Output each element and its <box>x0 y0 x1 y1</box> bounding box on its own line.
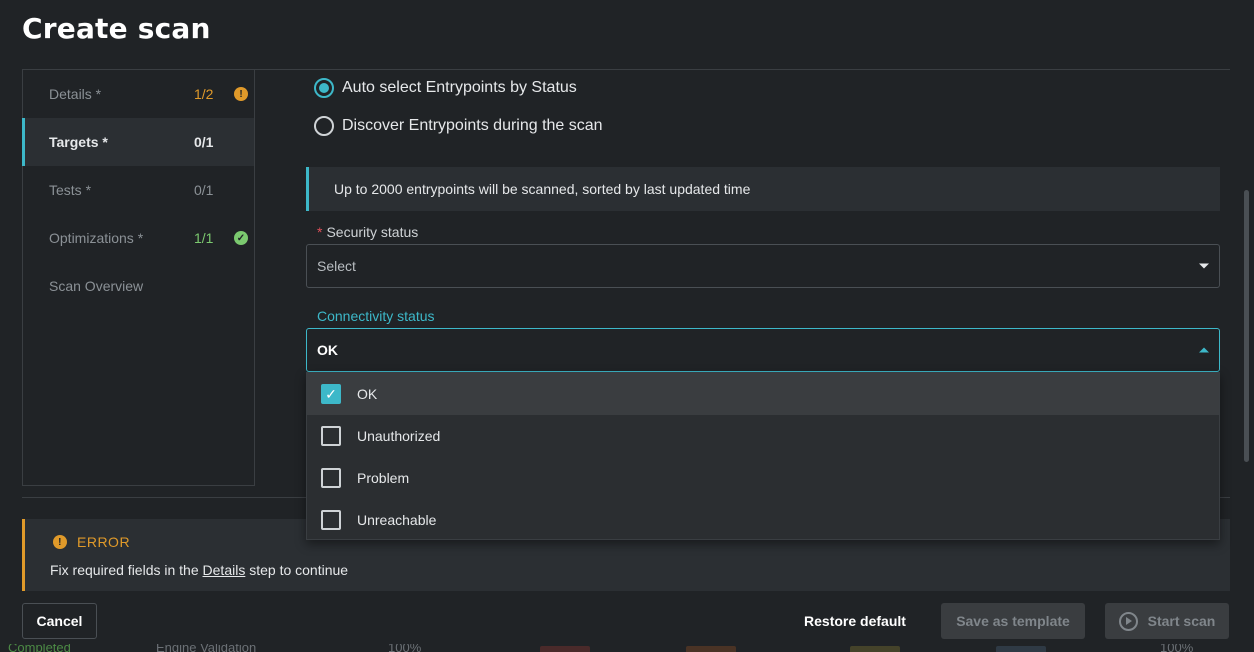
error-message: Fix required fields in the Details step … <box>50 562 348 578</box>
message-text: Fix required fields in the <box>50 562 203 578</box>
restore-default-button[interactable]: Restore default <box>795 603 915 639</box>
checkbox-icon[interactable] <box>321 468 341 488</box>
info-banner: Up to 2000 entrypoints will be scanned, … <box>306 167 1220 211</box>
radio-discover[interactable]: Discover Entrypoints during the scan <box>314 116 603 136</box>
start-scan-button[interactable]: Start scan <box>1105 603 1229 639</box>
step-tests[interactable]: Tests * 0/1 <box>23 166 254 214</box>
option-unreachable[interactable]: Unreachable <box>307 499 1219 541</box>
step-targets[interactable]: Targets * 0/1 <box>22 118 254 166</box>
label-text: Security status <box>326 224 419 240</box>
exclamation-circle-icon: ! <box>53 535 67 549</box>
severity-chip <box>996 646 1046 652</box>
connectivity-status-select[interactable]: OK <box>306 328 1220 372</box>
check-circle-icon: ✓ <box>234 231 248 245</box>
caret-down-icon <box>1199 263 1209 269</box>
checkbox-icon[interactable] <box>321 510 341 530</box>
option-label: Unreachable <box>357 512 437 528</box>
select-value: OK <box>317 342 338 358</box>
step-label: Scan Overview <box>49 278 144 294</box>
option-unauthorized[interactable]: Unauthorized <box>307 415 1219 457</box>
warning-icon: ! <box>234 87 248 101</box>
checkbox-icon[interactable] <box>321 426 341 446</box>
option-label: OK <box>357 386 378 402</box>
checkbox-checked-icon[interactable]: ✓ <box>321 384 341 404</box>
step-scan-overview[interactable]: Scan Overview <box>23 262 254 310</box>
cancel-button[interactable]: Cancel <box>22 603 97 639</box>
details-link[interactable]: Details <box>203 562 246 578</box>
row-name: Engine Validation <box>156 644 257 652</box>
severity-chip <box>540 646 590 652</box>
step-navigator: Details * 1/2 ! Targets * 0/1 Tests * 0/… <box>22 70 255 486</box>
radio-unchecked-icon[interactable] <box>314 116 334 136</box>
security-status-label: * Security status <box>317 224 418 240</box>
step-count: 1/1 <box>194 230 214 246</box>
message-text: step to continue <box>245 562 349 578</box>
step-label: Optimizations * <box>49 230 144 246</box>
error-title-text: ERROR <box>77 534 131 550</box>
select-value: Select <box>317 258 356 274</box>
step-count: 0/1 <box>194 134 214 150</box>
option-ok[interactable]: ✓ OK <box>307 373 1219 415</box>
step-count: 0/1 <box>194 182 214 198</box>
caret-up-icon <box>1199 347 1209 353</box>
step-optimizations[interactable]: Optimizations * 1/1 ✓ <box>23 214 254 262</box>
row-progress: 100% <box>388 644 422 652</box>
error-title: ! ERROR <box>53 534 130 550</box>
step-details[interactable]: Details * 1/2 ! <box>23 70 254 118</box>
option-label: Problem <box>357 470 410 486</box>
radio-auto-select[interactable]: Auto select Entrypoints by Status <box>314 78 577 98</box>
step-label: Tests * <box>49 182 92 198</box>
security-status-select[interactable]: Select <box>306 244 1220 288</box>
severity-chip <box>850 646 900 652</box>
scrollbar[interactable] <box>1244 190 1249 462</box>
page-title: Create scan <box>22 12 211 45</box>
play-circle-icon <box>1118 611 1138 631</box>
option-label: Unauthorized <box>357 428 441 444</box>
radio-label: Discover Entrypoints during the scan <box>342 117 603 134</box>
radio-label: Auto select Entrypoints by Status <box>342 79 577 96</box>
option-problem[interactable]: Problem <box>307 457 1219 499</box>
info-text: Up to 2000 entrypoints will be scanned, … <box>334 181 751 197</box>
step-count: 1/2 <box>194 86 214 102</box>
row-status: Completed <box>8 644 71 652</box>
severity-chip <box>686 646 736 652</box>
step-label: Targets * <box>49 134 108 150</box>
row-progress: 100% <box>1160 644 1194 652</box>
connectivity-dropdown: ✓ OK Unauthorized Problem Unreachable <box>306 372 1220 540</box>
radio-checked-icon[interactable] <box>314 78 334 98</box>
connectivity-status-label: Connectivity status <box>317 308 435 324</box>
save-as-template-button[interactable]: Save as template <box>941 603 1085 639</box>
background-table-row: Completed Engine Validation 100% 100% <box>0 644 1254 652</box>
button-label: Start scan <box>1147 613 1216 629</box>
required-asterisk: * <box>317 224 323 240</box>
step-label: Details * <box>49 86 102 102</box>
